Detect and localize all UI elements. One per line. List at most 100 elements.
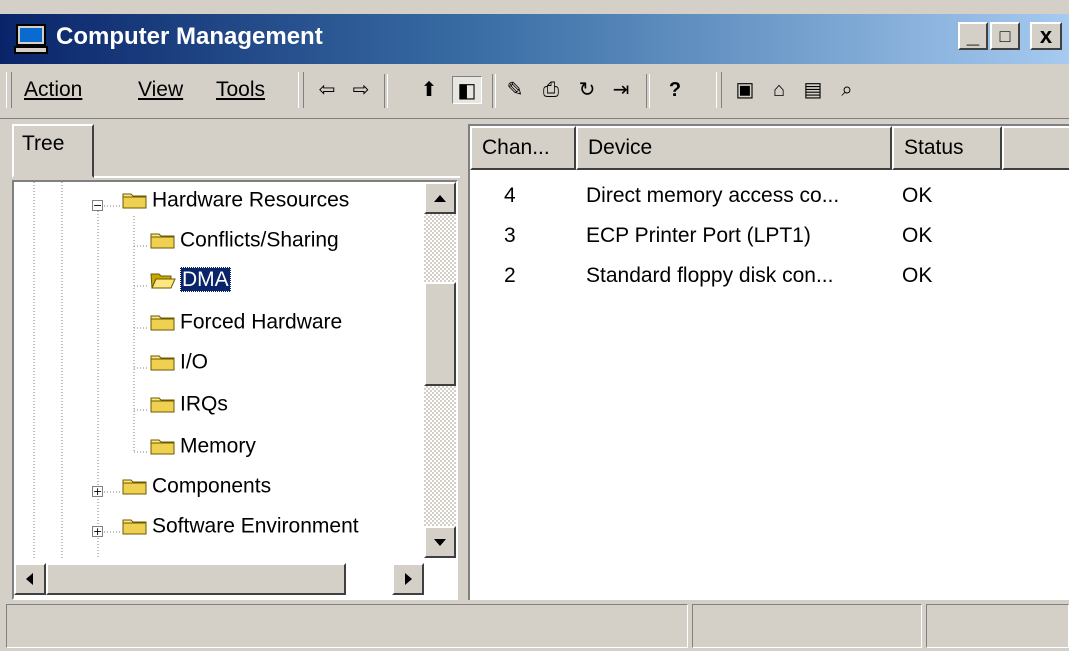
menu-tools-label: Tools xyxy=(216,78,266,101)
menu-tools[interactable]: Tools xyxy=(216,78,265,102)
column-header-status[interactable]: Status xyxy=(892,126,1002,170)
tree-vertical-scrollbar[interactable] xyxy=(424,182,456,558)
cell-status[interactable]: OK xyxy=(902,184,932,208)
file-button[interactable]: ▤ xyxy=(798,76,828,104)
folder-icon xyxy=(150,355,175,371)
refresh-button[interactable]: ↻ xyxy=(572,76,602,104)
tree-item[interactable]: Memory xyxy=(150,434,256,472)
column-header-filler xyxy=(1002,126,1069,170)
tree-item[interactable]: Forced Hardware xyxy=(150,310,342,348)
cell-device[interactable]: Standard floppy disk con... xyxy=(586,264,833,288)
tree-item-label: Conflicts/Sharing xyxy=(180,228,339,252)
tab-tree[interactable]: Tree xyxy=(12,124,94,178)
cell-device[interactable]: ECP Printer Port (LPT1) xyxy=(586,224,811,248)
collapse-icon[interactable]: − xyxy=(92,200,103,211)
show-hide-tree-button[interactable]: ◧ xyxy=(452,76,482,104)
tree-item[interactable]: + Components xyxy=(92,474,272,512)
menu-grip[interactable] xyxy=(6,72,12,108)
scroll-up-button[interactable] xyxy=(424,182,456,214)
refresh-icon: ↻ xyxy=(578,79,596,101)
arrow-up-icon xyxy=(434,195,446,202)
minimize-button[interactable]: _ xyxy=(958,22,988,50)
cell-channel[interactable]: 2 xyxy=(504,264,516,288)
status-pane-3 xyxy=(926,604,1069,648)
open-button[interactable]: ⌂ xyxy=(764,76,794,104)
folder-icon xyxy=(122,479,147,495)
expand-icon[interactable]: + xyxy=(92,526,103,537)
cell-status[interactable]: OK xyxy=(902,224,932,248)
scroll-right-button[interactable] xyxy=(392,563,424,595)
status-pane-2 xyxy=(692,604,922,648)
scroll-thumb[interactable] xyxy=(424,282,456,386)
tree-item[interactable]: DMA xyxy=(150,267,231,306)
tree-tab-strip: Tree xyxy=(8,124,460,180)
title-bar[interactable]: Computer Management _ □ x xyxy=(0,14,1069,64)
tree-item-label: IRQs xyxy=(180,392,228,416)
toolbar-separator xyxy=(384,74,388,108)
tree-item[interactable]: + Software Environment xyxy=(92,514,359,552)
tree-item[interactable]: − Hardware Resources xyxy=(92,188,349,226)
save-button[interactable]: ▣ xyxy=(730,76,760,104)
tree-item[interactable]: IRQs xyxy=(150,392,228,430)
folder-icon xyxy=(150,233,175,249)
folder-icon xyxy=(150,315,175,331)
scroll-left-button[interactable] xyxy=(14,563,46,595)
back-button[interactable]: ⇦ xyxy=(312,76,342,104)
tree-item-label: DMA xyxy=(180,267,231,293)
back-arrow-icon: ⇦ xyxy=(318,79,336,101)
export-list-icon: ⇥ xyxy=(612,79,630,101)
scroll-down-button[interactable] xyxy=(424,526,456,558)
folder-icon xyxy=(150,397,175,413)
cell-channel[interactable]: 3 xyxy=(504,224,516,248)
tree-item-label: Forced Hardware xyxy=(180,310,343,334)
computer-management-window: Computer Management _ □ x Action View To… xyxy=(0,0,1069,651)
forward-arrow-icon: ⇨ xyxy=(352,79,370,101)
forward-button[interactable]: ⇨ xyxy=(346,76,376,104)
cell-status[interactable]: OK xyxy=(902,264,932,288)
properties-button[interactable]: ✎ xyxy=(500,76,530,104)
menu-view-label: View xyxy=(138,78,184,101)
toolbar2-grip[interactable] xyxy=(716,72,722,108)
expand-icon[interactable]: + xyxy=(92,486,103,497)
tree-item[interactable]: I/O xyxy=(150,350,208,388)
folder-icon xyxy=(122,519,147,535)
tree-item-label: Components xyxy=(152,474,272,498)
up-one-level-button[interactable]: ⬆ xyxy=(414,76,444,104)
find-button[interactable]: ⌕ xyxy=(832,76,862,104)
menu-view[interactable]: View xyxy=(138,78,183,102)
computer-monitor-icon xyxy=(14,24,48,54)
cell-channel[interactable]: 4 xyxy=(504,184,516,208)
folder-icon xyxy=(150,439,175,455)
cell-device[interactable]: Direct memory access co... xyxy=(586,184,839,208)
close-button[interactable]: x xyxy=(1030,22,1062,50)
toolbar-grip[interactable] xyxy=(298,72,304,108)
arrow-right-icon xyxy=(405,573,412,585)
folder-icon xyxy=(122,193,147,209)
open-folder-icon xyxy=(150,273,176,289)
tree-item-label: Software Environment xyxy=(152,514,359,538)
details-list-view[interactable]: Chan... Device Status 4 Direct memory acc… xyxy=(468,124,1069,600)
tree-view[interactable]: − Hardware Resources Conflicts/Sharing DMA F… xyxy=(12,180,458,600)
status-pane-main xyxy=(6,604,688,648)
column-header-device[interactable]: Device xyxy=(576,126,892,170)
properties-icon: ✎ xyxy=(506,79,524,101)
arrow-left-icon xyxy=(26,573,33,585)
menu-action-label: Action xyxy=(24,78,83,101)
menu-toolbar: Action View Tools ⇦ ⇨ ⬆ ◧ ✎ ⎙ ↻ ⇥ ? ▣ ⌂ … xyxy=(0,64,1069,119)
horizontal-scroll-thumb[interactable] xyxy=(46,563,346,595)
file-icon: ▤ xyxy=(803,79,823,101)
up-one-level-icon: ⬆ xyxy=(420,79,438,101)
arrow-down-icon xyxy=(434,539,446,546)
help-button[interactable]: ? xyxy=(660,76,690,104)
tree-horizontal-scrollbar[interactable] xyxy=(14,560,424,598)
print-icon: ⎙ xyxy=(543,79,559,101)
pane-splitter[interactable] xyxy=(460,124,468,600)
menu-action[interactable]: Action xyxy=(24,78,82,102)
export-list-button[interactable]: ⇥ xyxy=(606,76,636,104)
show-hide-tree-icon: ◧ xyxy=(457,80,477,102)
maximize-button[interactable]: □ xyxy=(990,22,1020,50)
scroll-corner xyxy=(424,560,456,598)
column-header-channel[interactable]: Chan... xyxy=(470,126,576,170)
print-button[interactable]: ⎙ xyxy=(536,76,566,104)
tree-item[interactable]: Conflicts/Sharing xyxy=(150,228,339,266)
